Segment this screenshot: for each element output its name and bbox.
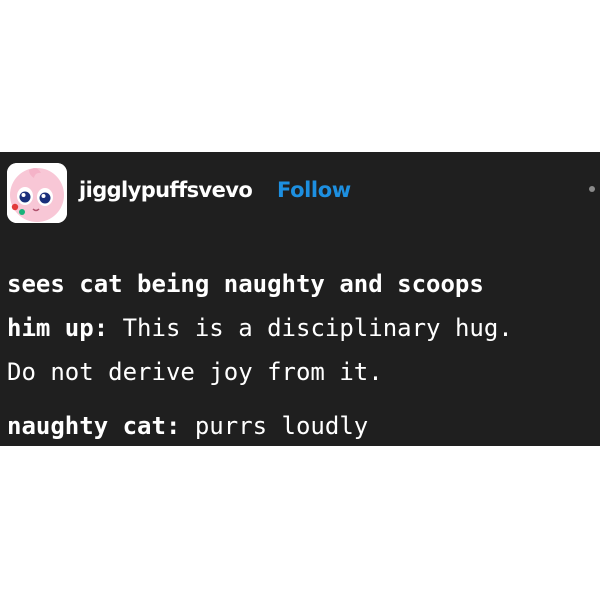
username[interactable]: jigglypuffsvevo — [79, 178, 253, 202]
post-line-text: Do not derive joy from it. — [7, 358, 383, 386]
post-line: sees cat being naughty and scoops — [7, 262, 597, 306]
avatar[interactable] — [7, 163, 67, 223]
post-body: sees cat being naughty and scoops him up… — [7, 262, 597, 448]
post-line: him up: This is a disciplinary hug. — [7, 306, 597, 350]
post-card: jigglypuffsvevo Follow sees cat being na… — [0, 152, 600, 446]
more-options-icon[interactable] — [585, 183, 599, 197]
post-line-text: This is a disciplinary hug. — [108, 314, 513, 342]
post-line: naughty cat: purrs loudly — [7, 404, 597, 448]
jigglypuff-avatar-icon — [7, 163, 67, 223]
post-line-bold: sees cat being naughty and scoops — [7, 270, 484, 298]
post-line-text: purrs loudly — [180, 412, 369, 440]
follow-button[interactable]: Follow — [277, 178, 351, 202]
post-line: Do not derive joy from it. — [7, 350, 597, 394]
post-line-bold: him up: — [7, 314, 109, 342]
post-line-bold: naughty cat: — [7, 412, 181, 440]
